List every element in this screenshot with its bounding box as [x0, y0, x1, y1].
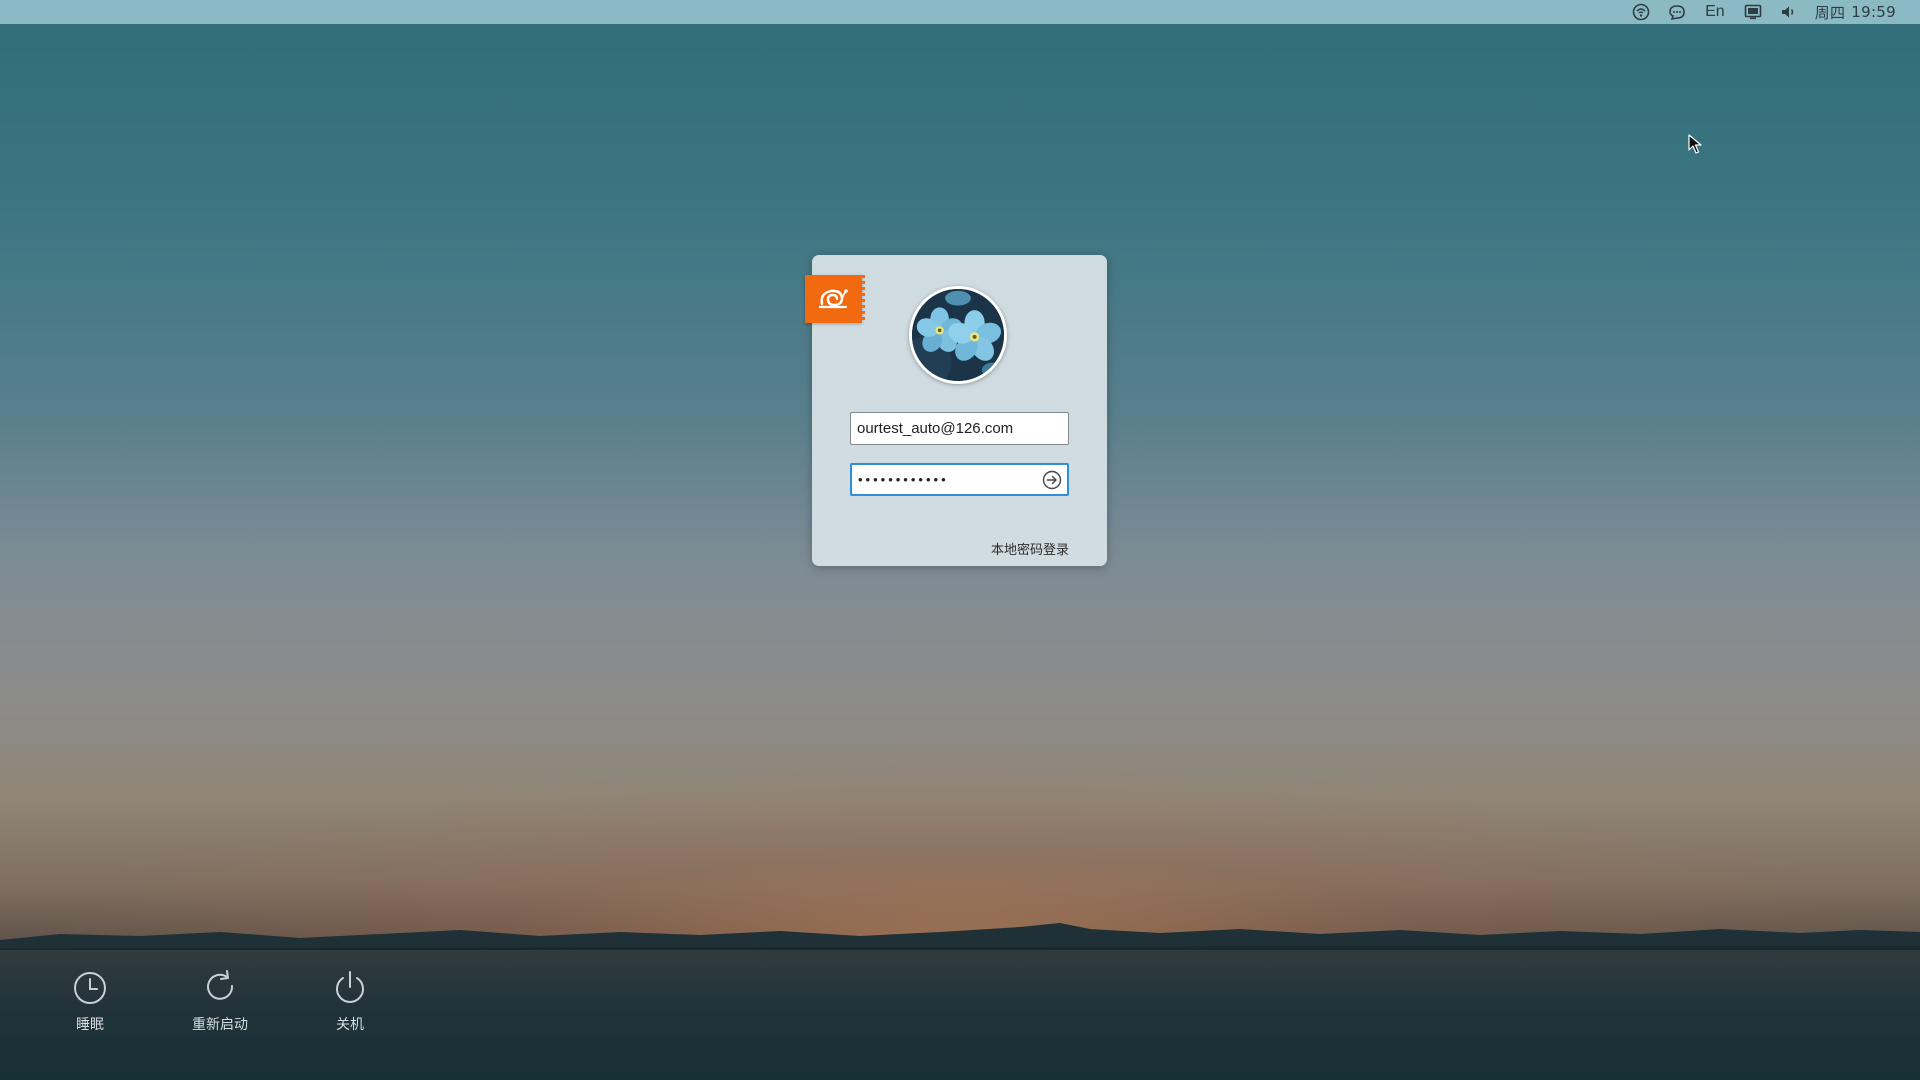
restart-icon	[207, 970, 234, 1000]
sleep-label: 睡眠	[76, 1017, 104, 1033]
password-field[interactable]: ••••••••••••	[850, 463, 1069, 496]
arrow-right-circle-icon	[1042, 470, 1062, 489]
sleep-button[interactable]: 睡眠	[45, 968, 135, 1034]
clock-icon	[74, 972, 106, 1004]
clock-weekday: 周四	[1814, 3, 1846, 22]
volume-icon[interactable]	[1779, 0, 1799, 24]
language-label: En	[1705, 3, 1725, 20]
username-field[interactable]: ourtest_auto@126.com	[850, 412, 1069, 445]
power-icon	[336, 971, 364, 1003]
login-submit-button[interactable]	[1041, 469, 1063, 491]
password-value: ••••••••••••	[858, 472, 949, 487]
clock[interactable]: 周四 19:59	[1815, 0, 1896, 24]
shutdown-label: 关机	[336, 1017, 364, 1033]
local-password-login-link[interactable]: 本地密码登录	[991, 539, 1069, 558]
clock-time: 19:59	[1851, 3, 1896, 21]
login-card: ourtest_auto@126.com •••••••••••• 本地密码登录	[805, 255, 1107, 566]
network-icon[interactable]	[1631, 0, 1651, 24]
restart-button[interactable]: 重新启动	[175, 968, 265, 1034]
top-panel: En 周四 19:59	[0, 0, 1920, 24]
forget-me-not-flower-avatar	[912, 289, 1004, 381]
display-icon[interactable]	[1743, 0, 1763, 24]
mouse-cursor-icon	[1688, 134, 1702, 154]
language-indicator[interactable]: En	[1703, 0, 1727, 24]
username-value: ourtest_auto@126.com	[857, 420, 1014, 437]
chat-icon[interactable]	[1667, 0, 1687, 24]
wallpaper-water	[0, 950, 1920, 1080]
shutdown-button[interactable]: 关机	[305, 968, 395, 1034]
snail-logo-icon	[805, 275, 865, 323]
restart-label: 重新启动	[192, 1017, 248, 1033]
user-avatar[interactable]	[909, 286, 1007, 384]
